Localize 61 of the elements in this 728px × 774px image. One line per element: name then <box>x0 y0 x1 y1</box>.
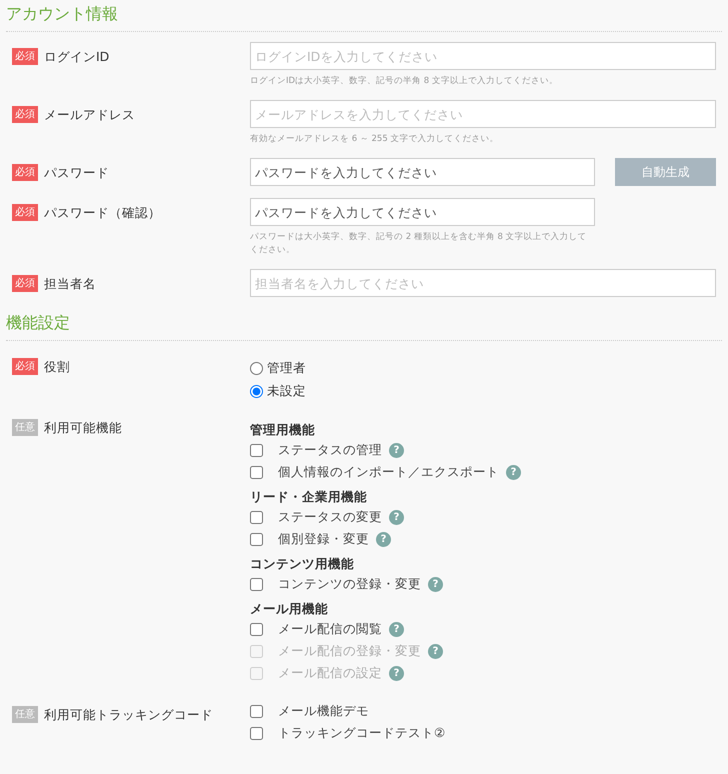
radio-option[interactable]: 未設定 <box>250 380 722 403</box>
radio-button[interactable] <box>250 385 263 398</box>
checkbox-label: メール配信の登録・変更 <box>278 642 421 660</box>
field-label: 役割 <box>44 358 70 375</box>
badge: 必須 <box>12 106 38 123</box>
input-field[interactable]: ログインIDを入力してください <box>250 42 716 70</box>
checkbox-label: ステータスの変更 <box>278 508 382 526</box>
radio-option[interactable]: 管理者 <box>250 357 722 380</box>
field-label: 担当者名 <box>44 275 96 292</box>
field-label: パスワード <box>44 164 109 181</box>
generate-button[interactable]: 自動生成 <box>615 158 716 186</box>
badge: 必須 <box>12 275 38 292</box>
checkbox-label: コンテンツの登録・変更 <box>278 576 421 592</box>
help-icon[interactable]: ? <box>389 510 404 524</box>
field-label: パスワード（確認） <box>44 204 161 221</box>
section-title: 機能設定 <box>6 309 722 341</box>
radio-button[interactable] <box>250 362 263 375</box>
group-heading: リード・企業用機能 <box>250 489 368 506</box>
group-heading: メール用機能 <box>250 601 329 618</box>
field-label: 利用可能機能 <box>44 419 122 436</box>
checkbox[interactable] <box>250 466 263 478</box>
field-label: 利用可能トラッキングコード <box>44 706 213 723</box>
radio-label: 管理者 <box>267 360 306 377</box>
badge: 任意 <box>12 706 38 723</box>
section-title: アカウント情報 <box>6 0 722 32</box>
badge: 必須 <box>12 48 38 65</box>
checkbox[interactable] <box>250 726 263 740</box>
checkbox[interactable] <box>250 704 263 718</box>
input-field[interactable]: 担当者名を入力してください <box>250 269 716 297</box>
checkbox-label: 個別登録・変更 <box>278 530 369 548</box>
help-icon[interactable]: ? <box>389 622 404 636</box>
field-label: メールアドレス <box>44 106 135 123</box>
group-heading: 管理用機能 <box>250 422 316 439</box>
checkbox-label: トラッキングコードテスト② <box>278 724 446 742</box>
checkbox[interactable] <box>250 578 263 590</box>
checkbox[interactable] <box>250 622 263 636</box>
checkbox[interactable] <box>250 444 263 456</box>
help-icon[interactable]: ? <box>506 464 521 480</box>
checkbox-label: メール配信の設定 <box>278 664 382 682</box>
checkbox[interactable] <box>250 532 263 546</box>
input-field[interactable]: パスワードを入力してください <box>250 198 595 226</box>
badge: 必須 <box>12 164 38 181</box>
badge: 必須 <box>12 204 38 221</box>
badge: 必須 <box>12 358 38 375</box>
help-icon[interactable]: ? <box>389 442 404 458</box>
group-heading: コンテンツ用機能 <box>250 556 355 573</box>
checkbox-label: メール配信の閲覧 <box>278 620 382 638</box>
help-icon[interactable]: ? <box>376 532 391 546</box>
help-text: 有効なメールアドレスを 6 ～ 255 文字で入力してください。 <box>250 133 500 146</box>
input-field[interactable]: メールアドレスを入力してください <box>250 100 716 128</box>
input-field[interactable]: パスワードを入力してください <box>250 158 595 186</box>
help-text: パスワードは大小英字、数字、記号の 2 種類以上を含む半角 8 文字以上で入力してください。 <box>250 231 588 257</box>
checkbox-label: メール機能デモ <box>278 702 369 720</box>
radio-label: 未設定 <box>267 383 306 400</box>
checkbox-label: ステータスの管理 <box>278 442 382 458</box>
help-text: ログインIDは大小英字、数字、記号の半角 8 文字以上で入力してください。 <box>250 75 559 88</box>
field-label: ログインID <box>44 48 110 65</box>
badge: 任意 <box>12 419 38 436</box>
checkbox-label: 個人情報のインポート／エクスポート <box>278 464 499 480</box>
help-icon[interactable]: ? <box>428 576 443 592</box>
checkbox[interactable] <box>250 510 263 524</box>
